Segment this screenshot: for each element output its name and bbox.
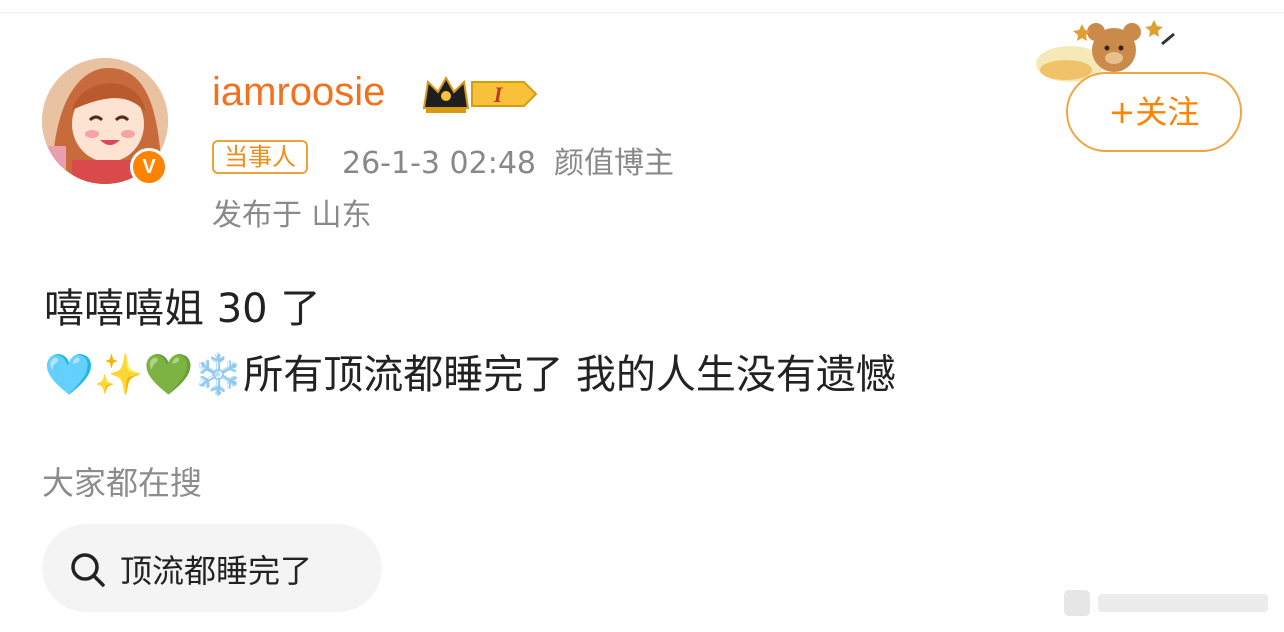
- role-badge: 当事人: [212, 140, 308, 174]
- post-meta: 26-1-3 02:48 颜值博主: [342, 138, 692, 182]
- post-location: 发布于 山东: [212, 198, 372, 233]
- vip-crown-icon: I: [422, 75, 538, 113]
- user-category: 颜值博主: [554, 146, 674, 181]
- post-text-line-1: 嘻嘻嘻姐 30 了: [44, 286, 321, 332]
- post-timestamp: 26-1-3 02:48: [342, 146, 536, 181]
- post-text-line-2: 🩵✨💚❄️所有顶流都睡完了 我的人生没有遗憾: [44, 342, 896, 400]
- top-divider: [0, 12, 1284, 13]
- verified-badge: V: [130, 148, 168, 186]
- trending-search-heading: 大家都在搜: [42, 464, 203, 502]
- emoji-sequence: 🩵✨💚❄️: [44, 352, 244, 398]
- trending-search-chip[interactable]: 顶流都睡完了: [42, 524, 382, 612]
- vip-level-label: I: [493, 82, 504, 107]
- follow-button[interactable]: +关注: [1066, 72, 1242, 152]
- search-icon: [71, 553, 105, 587]
- trending-search-query: 顶流都睡完了: [120, 552, 313, 590]
- post-text-line-2-text: 所有顶流都睡完了 我的人生没有遗憾: [243, 352, 896, 398]
- username[interactable]: iamroosie: [212, 70, 385, 115]
- watermark-image: [1064, 590, 1268, 616]
